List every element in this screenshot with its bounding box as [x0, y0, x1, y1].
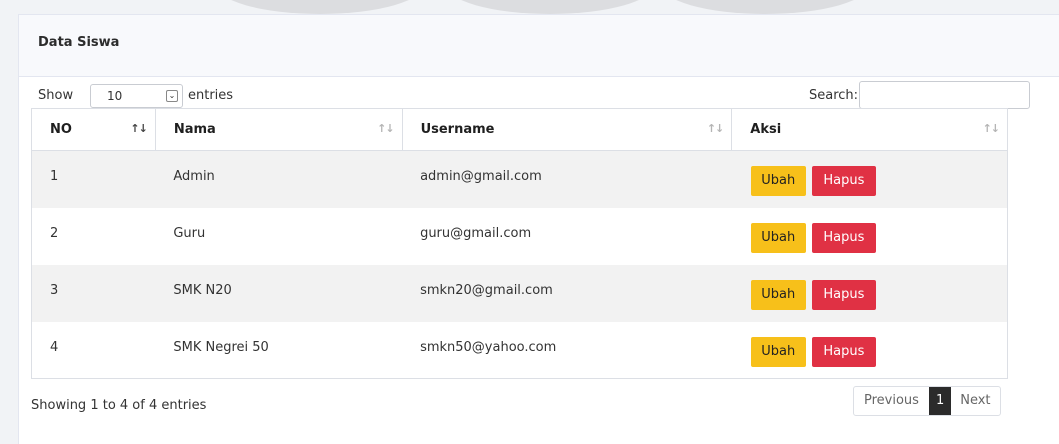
table-row: 1 Admin admin@gmail.com Ubah Hapus: [31, 150, 1008, 208]
header-decoration: [0, 0, 1059, 14]
entries-length-value: 10: [107, 89, 123, 103]
cell-nama: Guru: [155, 207, 403, 265]
ubah-button[interactable]: Ubah: [750, 336, 806, 367]
cell-no: 1: [31, 150, 156, 208]
ubah-button[interactable]: Ubah: [750, 222, 806, 253]
cell-username: smkn20@gmail.com: [402, 264, 732, 322]
cell-aksi: Ubah Hapus: [731, 207, 1008, 265]
column-header-aksi[interactable]: Aksi ↑↓: [731, 108, 1008, 151]
hapus-button[interactable]: Hapus: [811, 279, 876, 310]
cell-no: 4: [31, 321, 156, 379]
table-row: 4 SMK Negrei 50 smkn50@yahoo.com Ubah Ha…: [31, 321, 1008, 379]
ubah-button[interactable]: Ubah: [750, 166, 806, 196]
table-row: 3 SMK N20 smkn20@gmail.com Ubah Hapus: [31, 264, 1008, 322]
cell-nama: SMK Negrei 50: [155, 321, 403, 379]
cell-nama: SMK N20: [155, 264, 403, 322]
column-header-username[interactable]: Username ↑↓: [401, 108, 733, 151]
table-controls: Show 10 ⌄ entries Search:: [19, 81, 1059, 111]
entries-length-select[interactable]: 10 ⌄: [90, 84, 183, 108]
table-row: 2 Guru guru@gmail.com Ubah Hapus: [31, 207, 1008, 265]
sort-icon: ↑↓: [377, 122, 394, 135]
cell-username: guru@gmail.com: [402, 207, 732, 265]
search-input[interactable]: [859, 81, 1030, 109]
entries-label: entries: [188, 88, 234, 103]
column-header-no[interactable]: NO ↑↓: [31, 108, 156, 151]
hapus-button[interactable]: Hapus: [811, 222, 876, 253]
cell-nama: Admin: [155, 150, 403, 208]
hapus-button[interactable]: Hapus: [811, 336, 876, 367]
pagination: Previous 1 Next: [853, 386, 1001, 416]
cell-username: smkn50@yahoo.com: [402, 321, 732, 379]
search-label: Search:: [809, 88, 859, 103]
column-header-nama[interactable]: Nama ↑↓: [154, 108, 403, 151]
page-button-1[interactable]: 1: [928, 387, 952, 415]
table-info: Showing 1 to 4 of 4 entries: [31, 398, 207, 413]
previous-page-button[interactable]: Previous: [854, 387, 929, 415]
cell-no: 3: [31, 264, 156, 322]
ubah-button[interactable]: Ubah: [750, 279, 806, 310]
cell-no: 2: [31, 207, 156, 265]
cell-username: admin@gmail.com: [402, 150, 732, 208]
next-page-button[interactable]: Next: [951, 387, 999, 415]
table-header-row: NO ↑↓ Nama ↑↓ Username ↑↓ Aksi ↑↓: [31, 108, 1008, 151]
cell-aksi: Ubah Hapus: [731, 150, 1008, 208]
siswa-table: NO ↑↓ Nama ↑↓ Username ↑↓ Aksi ↑↓ 1 Admi…: [31, 108, 1008, 379]
sort-icon: ↑↓: [706, 122, 724, 135]
chevron-down-icon: ⌄: [166, 90, 178, 102]
card-title: Data Siswa: [19, 15, 1059, 77]
sort-icon: ↑↓: [130, 122, 147, 135]
hapus-button[interactable]: Hapus: [811, 166, 876, 196]
cell-aksi: Ubah Hapus: [731, 264, 1008, 322]
show-label: Show: [38, 88, 74, 103]
cell-aksi: Ubah Hapus: [731, 321, 1008, 379]
sort-icon: ↑↓: [982, 122, 1000, 135]
